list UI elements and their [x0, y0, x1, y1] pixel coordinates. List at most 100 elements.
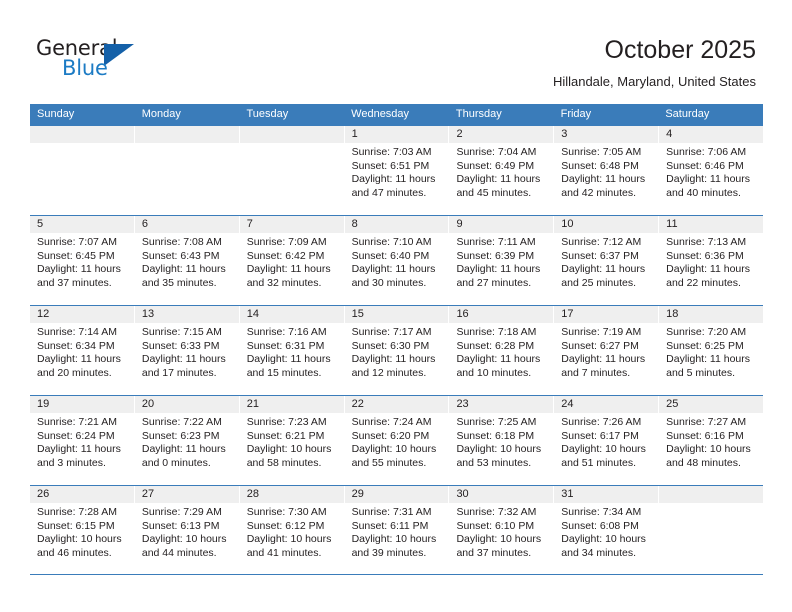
day-cell[interactable]: 6 Sunrise: 7:08 AM Sunset: 6:43 PM Daylight…: [134, 216, 240, 305]
day-sun-info: Sunrise: 7:04 AM Sunset: 6:49 PM Daylight:…: [449, 143, 553, 200]
day-cell[interactable]: 16 Sunrise: 7:18 AM Sunset: 6:28 PM Dayligh…: [449, 306, 555, 395]
day-sunrise-text: Sunrise: 7:28 AM: [37, 506, 117, 518]
day-number: 24: [554, 396, 659, 413]
day-sun-info: Sunrise: 7:08 AM Sunset: 6:43 PM Daylight:…: [135, 233, 239, 290]
day-daylight-1-text: Daylight: 11 hours: [37, 353, 121, 366]
weekday-header-saturday: Saturday: [665, 108, 710, 120]
day-number: 29: [344, 486, 449, 503]
day-sunset-text: Sunset: 6:08 PM: [561, 519, 639, 532]
day-daylight-1-text: Daylight: 11 hours: [456, 173, 541, 186]
day-sunrise-text: Sunrise: 7:32 AM: [456, 506, 537, 518]
day-daylight-2-text: and 37 minutes.: [37, 276, 112, 289]
day-cell[interactable]: 15 Sunrise: 7:17 AM Sunset: 6:30 PM Dayligh…: [344, 306, 450, 395]
day-sunset-text: Sunset: 6:42 PM: [246, 249, 325, 262]
day-daylight-2-text: and 40 minutes.: [666, 186, 741, 199]
day-cell[interactable]: 11 Sunrise: 7:13 AM Sunset: 6:36 PM Dayligh…: [659, 216, 764, 305]
day-sunrise-text: Sunrise: 7:15 AM: [141, 326, 222, 338]
day-cell[interactable]: 8 Sunrise: 7:10 AM Sunset: 6:40 PM Daylight…: [344, 216, 450, 305]
day-number: 16: [449, 306, 554, 323]
day-daylight-1-text: Daylight: 11 hours: [666, 263, 751, 276]
day-sunrise-text: Sunrise: 7:25 AM: [456, 416, 537, 428]
day-cell[interactable]: 4 Sunrise: 7:06 AM Sunset: 6:46 PM Daylight…: [659, 126, 764, 215]
day-daylight-2-text: and 10 minutes.: [456, 366, 532, 379]
calendar-body: 1 Sunrise: 7:03 AM Sunset: 6:51 PM Daylight…: [30, 125, 764, 575]
day-cell[interactable]: 10 Sunrise: 7:12 AM Sunset: 6:37 PM Dayligh…: [554, 216, 660, 305]
day-sunrise-text: Sunrise: 7:18 AM: [456, 326, 537, 338]
day-number: 17: [554, 306, 659, 323]
day-daylight-1-text: Daylight: 11 hours: [351, 353, 436, 366]
day-sunset-text: Sunset: 6:46 PM: [666, 159, 744, 172]
day-daylight-1-text: Daylight: 10 hours: [351, 443, 437, 456]
day-sunset-text: Sunset: 6:24 PM: [37, 429, 115, 442]
day-cell[interactable]: 24 Sunrise: 7:26 AM Sunset: 6:17 PM Dayligh…: [554, 396, 660, 485]
day-daylight-1-text: Daylight: 10 hours: [37, 533, 122, 546]
day-sunset-text: Sunset: 6:10 PM: [456, 519, 535, 532]
day-number: [30, 126, 134, 143]
day-daylight-2-text: and 25 minutes.: [561, 276, 637, 289]
day-daylight-1-text: Daylight: 11 hours: [561, 263, 646, 276]
day-daylight-2-text: and 58 minutes.: [246, 456, 322, 469]
calendar-week-row: 26 Sunrise: 7:28 AM Sunset: 6:15 PM Dayligh…: [30, 485, 764, 575]
day-sun-info: Sunrise: 7:06 AM Sunset: 6:46 PM Daylight:…: [659, 143, 763, 200]
day-daylight-2-text: and 27 minutes.: [456, 276, 532, 289]
day-cell[interactable]: 25 Sunrise: 7:27 AM Sunset: 6:16 PM Dayligh…: [659, 396, 764, 485]
day-sunset-text: Sunset: 6:16 PM: [666, 429, 744, 442]
day-sunrise-text: Sunrise: 7:19 AM: [561, 326, 642, 338]
day-sunrise-text: Sunrise: 7:26 AM: [561, 416, 642, 428]
day-cell[interactable]: 7 Sunrise: 7:09 AM Sunset: 6:42 PM Daylight…: [239, 216, 345, 305]
day-cell[interactable]: 3 Sunrise: 7:05 AM Sunset: 6:48 PM Daylight…: [554, 126, 660, 215]
day-number: [134, 126, 239, 143]
day-number: [239, 126, 344, 143]
day-sunset-text: Sunset: 6:34 PM: [37, 339, 115, 352]
day-daylight-1-text: Daylight: 11 hours: [666, 353, 751, 366]
day-cell[interactable]: 9 Sunrise: 7:11 AM Sunset: 6:39 PM Daylight…: [449, 216, 555, 305]
day-cell[interactable]: 5 Sunrise: 7:07 AM Sunset: 6:45 PM Daylight…: [30, 216, 135, 305]
general-blue-logo[interactable]: General Blue: [36, 36, 146, 84]
day-sunrise-text: Sunrise: 7:03 AM: [351, 146, 432, 158]
day-cell-empty: [659, 486, 764, 574]
calendar-week-row: 5 Sunrise: 7:07 AM Sunset: 6:45 PM Daylight…: [30, 215, 764, 305]
day-cell[interactable]: 29 Sunrise: 7:31 AM Sunset: 6:11 PM Dayligh…: [344, 486, 450, 574]
day-daylight-1-text: Daylight: 11 hours: [37, 263, 121, 276]
day-number: 6: [134, 216, 239, 233]
day-cell[interactable]: 19 Sunrise: 7:21 AM Sunset: 6:24 PM Dayligh…: [30, 396, 135, 485]
day-sunset-text: Sunset: 6:39 PM: [456, 249, 535, 262]
page-title: October 2025: [604, 36, 757, 64]
day-cell[interactable]: 2 Sunrise: 7:04 AM Sunset: 6:49 PM Daylight…: [449, 126, 555, 215]
day-cell[interactable]: 22 Sunrise: 7:24 AM Sunset: 6:20 PM Dayligh…: [344, 396, 450, 485]
day-sun-info: Sunrise: 7:17 AM Sunset: 6:30 PM Daylight:…: [345, 323, 449, 380]
day-sun-info: Sunrise: 7:15 AM Sunset: 6:33 PM Daylight:…: [135, 323, 239, 380]
day-cell[interactable]: 18 Sunrise: 7:20 AM Sunset: 6:25 PM Dayligh…: [659, 306, 764, 395]
day-cell[interactable]: 27 Sunrise: 7:29 AM Sunset: 6:13 PM Dayligh…: [134, 486, 240, 574]
day-number: 14: [239, 306, 344, 323]
day-cell[interactable]: 28 Sunrise: 7:30 AM Sunset: 6:12 PM Dayligh…: [239, 486, 345, 574]
day-cell[interactable]: 26 Sunrise: 7:28 AM Sunset: 6:15 PM Dayligh…: [30, 486, 135, 574]
day-cell[interactable]: 20 Sunrise: 7:22 AM Sunset: 6:23 PM Dayligh…: [134, 396, 240, 485]
day-cell[interactable]: 17 Sunrise: 7:19 AM Sunset: 6:27 PM Dayligh…: [554, 306, 660, 395]
day-cell[interactable]: 23 Sunrise: 7:25 AM Sunset: 6:18 PM Dayligh…: [449, 396, 555, 485]
day-sunset-text: Sunset: 6:49 PM: [456, 159, 535, 172]
day-sun-info: Sunrise: 7:10 AM Sunset: 6:40 PM Daylight:…: [345, 233, 449, 290]
day-cell[interactable]: 31 Sunrise: 7:34 AM Sunset: 6:08 PM Dayligh…: [554, 486, 660, 574]
weekday-header-tuesday: Tuesday: [246, 108, 289, 120]
day-cell[interactable]: 12 Sunrise: 7:14 AM Sunset: 6:34 PM Dayligh…: [30, 306, 135, 395]
day-number: 7: [239, 216, 344, 233]
day-cell[interactable]: 30 Sunrise: 7:32 AM Sunset: 6:10 PM Dayligh…: [449, 486, 555, 574]
day-sunset-text: Sunset: 6:12 PM: [246, 519, 325, 532]
day-number: 10: [554, 216, 659, 233]
day-daylight-2-text: and 42 minutes.: [561, 186, 637, 199]
day-number: 22: [344, 396, 449, 413]
day-cell[interactable]: 1 Sunrise: 7:03 AM Sunset: 6:51 PM Daylight…: [344, 126, 450, 215]
day-number: 23: [449, 396, 554, 413]
day-sunrise-text: Sunrise: 7:13 AM: [666, 236, 747, 248]
day-sunrise-text: Sunrise: 7:30 AM: [246, 506, 327, 518]
day-sunrise-text: Sunrise: 7:29 AM: [141, 506, 222, 518]
day-sunrise-text: Sunrise: 7:09 AM: [246, 236, 327, 248]
day-sun-info: Sunrise: 7:07 AM Sunset: 6:45 PM Daylight:…: [30, 233, 134, 290]
day-cell[interactable]: 21 Sunrise: 7:23 AM Sunset: 6:21 PM Dayligh…: [239, 396, 345, 485]
day-sun-info: Sunrise: 7:26 AM Sunset: 6:17 PM Daylight:…: [554, 413, 658, 470]
day-number: 31: [554, 486, 659, 503]
day-cell[interactable]: 14 Sunrise: 7:16 AM Sunset: 6:31 PM Dayligh…: [239, 306, 345, 395]
day-sunrise-text: Sunrise: 7:23 AM: [246, 416, 327, 428]
day-cell[interactable]: 13 Sunrise: 7:15 AM Sunset: 6:33 PM Dayligh…: [134, 306, 240, 395]
